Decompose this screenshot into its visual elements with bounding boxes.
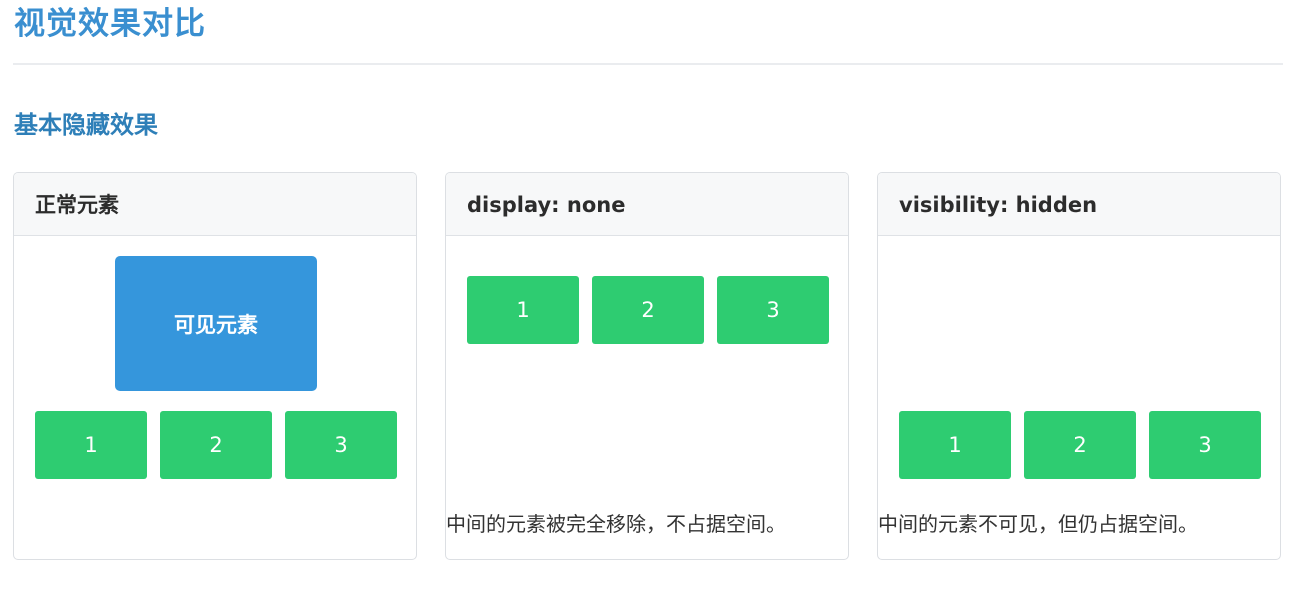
box-1: 1 <box>35 411 147 479</box>
card-header: visibility: hidden <box>878 173 1280 236</box>
box-row: 1 2 3 <box>467 276 829 344</box>
card-note: 中间的元素不可见，但仍占据空间。 <box>878 512 1198 536</box>
box-3: 3 <box>1149 411 1261 479</box>
card-body: 可见元素 1 2 3 <box>14 236 416 559</box>
visible-element-box: 可见元素 <box>115 256 317 391</box>
section-title: 基本隐藏效果 <box>14 111 158 139</box>
card-display-none: display: none 1 2 3 中间的元素被完全移除，不占据空间。 <box>445 172 849 560</box>
card-visibility-hidden: visibility: hidden 1 2 3 中间的元素不可见，但仍占据空间… <box>877 172 1281 560</box>
card-header: display: none <box>446 173 848 236</box>
card-note: 中间的元素被完全移除，不占据空间。 <box>446 512 786 536</box>
box-3: 3 <box>285 411 397 479</box>
card-header: 正常元素 <box>14 173 416 236</box>
box-row: 1 2 3 <box>35 411 397 479</box>
box-1: 1 <box>899 411 1011 479</box>
card-body: 1 2 3 中间的元素被完全移除，不占据空间。 <box>446 236 848 559</box>
box-2: 2 <box>592 276 704 344</box>
card-body: 1 2 3 中间的元素不可见，但仍占据空间。 <box>878 236 1280 559</box>
box-3: 3 <box>717 276 829 344</box>
page-title: 视觉效果对比 <box>14 6 206 42</box>
box-2: 2 <box>160 411 272 479</box>
box-1: 1 <box>467 276 579 344</box>
title-divider <box>13 63 1283 65</box>
box-row: 1 2 3 <box>899 411 1261 479</box>
box-2: 2 <box>1024 411 1136 479</box>
card-normal: 正常元素 可见元素 1 2 3 <box>13 172 417 560</box>
